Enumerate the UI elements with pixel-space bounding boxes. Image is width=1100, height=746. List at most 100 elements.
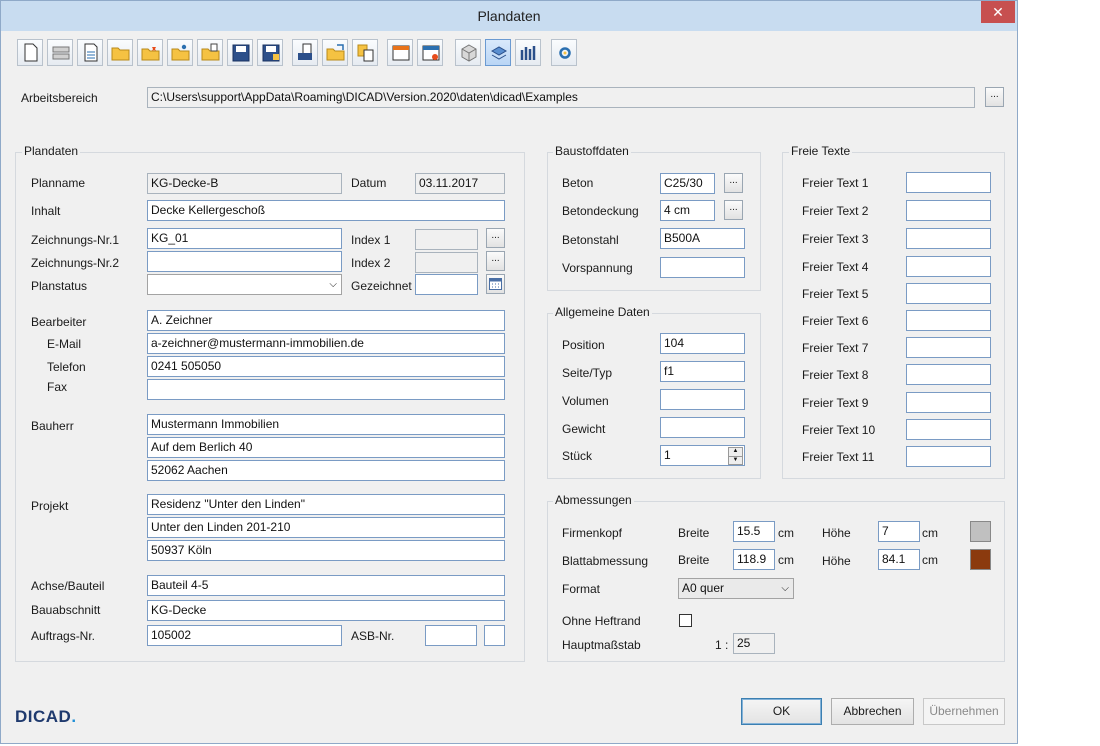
projekt-field-2[interactable]: Unter den Linden 201-210: [147, 517, 505, 538]
freier-text-1-field[interactable]: [906, 172, 991, 193]
index2-field[interactable]: [415, 252, 478, 273]
toolbar-button-open-folder-star[interactable]: [137, 39, 163, 66]
freier-text-7-field[interactable]: [906, 337, 991, 358]
toolbar-button-save-as[interactable]: [257, 39, 283, 66]
plandaten-group-title: Plandaten: [22, 144, 81, 158]
betondeckung-field[interactable]: 4 cm: [660, 200, 715, 221]
index2-browse-button[interactable]: ...: [486, 251, 505, 271]
toolbar-button-print-doc[interactable]: [292, 39, 318, 66]
workspace-path-field[interactable]: C:\Users\support\AppData\Roaming\DICAD\V…: [147, 87, 975, 108]
toolbar-button-export-folder[interactable]: [322, 39, 348, 66]
zeichnungs-nr1-field[interactable]: KG_01: [147, 228, 342, 249]
bauabschnitt-field[interactable]: KG-Decke: [147, 600, 505, 621]
toolbar-button-new-file[interactable]: [17, 39, 43, 66]
zeichnungs-nr2-label: Zeichnungs-Nr.2: [31, 256, 120, 270]
vorspannung-field[interactable]: [660, 257, 745, 278]
index1-browse-button[interactable]: ...: [486, 228, 505, 248]
freier-text-9-field[interactable]: [906, 392, 991, 413]
position-field[interactable]: 104: [660, 333, 745, 354]
hauptmassstab-label: Hauptmaßstab: [562, 638, 641, 652]
toolbar-button-save[interactable]: [227, 39, 253, 66]
planname-field[interactable]: KG-Decke-B: [147, 173, 342, 194]
calendar-button[interactable]: [486, 274, 505, 294]
logo-dot: .: [71, 707, 77, 726]
columns-icon: [520, 46, 536, 60]
blatt-hoehe-field[interactable]: 84.1: [878, 549, 920, 570]
bearbeiter-field[interactable]: A. Zeichner: [147, 310, 505, 331]
freier-text-6-field[interactable]: [906, 310, 991, 331]
blatt-breite-field[interactable]: 118.9: [733, 549, 775, 570]
freier-text-4-label: Freier Text 4: [802, 260, 869, 274]
betonstahl-field[interactable]: B500A: [660, 228, 745, 249]
asb-nr-suffix-field[interactable]: [484, 625, 505, 646]
index2-label: Index 2: [351, 256, 391, 270]
allgemeine-daten-group-title: Allgemeine Daten: [553, 305, 652, 319]
toolbar-button-layer[interactable]: [47, 39, 73, 66]
seite-typ-field[interactable]: f1: [660, 361, 745, 382]
beton-field[interactable]: C25/30: [660, 173, 715, 194]
projekt-field-1[interactable]: Residenz "Unter den Linden": [147, 494, 505, 515]
asb-nr-field[interactable]: [425, 625, 477, 646]
format-dropdown[interactable]: A0 quer ⌵: [678, 578, 794, 599]
ohne-heftrand-checkbox[interactable]: [679, 614, 692, 627]
firmenkopf-color-swatch[interactable]: [970, 521, 991, 542]
zeichnungs-nr2-field[interactable]: [147, 251, 342, 272]
toolbar-button-gear[interactable]: [551, 39, 577, 66]
toolbar-button-open-folder[interactable]: [107, 39, 133, 66]
abbrechen-button[interactable]: Abbrechen: [831, 698, 914, 725]
toolbar-button-columns[interactable]: [515, 39, 541, 66]
gear-icon: [559, 47, 571, 59]
freier-text-8-field[interactable]: [906, 364, 991, 385]
toolbar-button-document-grid[interactable]: [77, 39, 103, 66]
toolbar-button-open-folder-doc[interactable]: [197, 39, 223, 66]
freier-text-2-field[interactable]: [906, 200, 991, 221]
freier-text-1-label: Freier Text 1: [802, 176, 869, 190]
projekt-field-3[interactable]: 50937 Köln: [147, 540, 505, 561]
freier-text-3-field[interactable]: [906, 228, 991, 249]
datum-field[interactable]: 03.11.2017: [415, 173, 505, 194]
firmenkopf-breite-field[interactable]: 15.5: [733, 521, 775, 542]
firmenkopf-hoehe-label: Höhe: [822, 526, 851, 540]
spin-down-icon[interactable]: ▼: [728, 456, 743, 465]
workspace-browse-button[interactable]: ...: [985, 87, 1004, 107]
seite-typ-label: Seite/Typ: [562, 366, 613, 380]
toolbar-button-window-orange[interactable]: [387, 39, 413, 66]
bauherr-field-3[interactable]: 52062 Aachen: [147, 460, 505, 481]
gezeichnet-field[interactable]: [415, 274, 478, 295]
bauherr-field-1[interactable]: Mustermann Immobilien: [147, 414, 505, 435]
freier-text-4-field[interactable]: [906, 256, 991, 277]
betondeckung-browse-button[interactable]: ...: [724, 200, 743, 220]
freier-text-6-label: Freier Text 6: [802, 314, 869, 328]
email-field[interactable]: a-zeichner@mustermann-immobilien.de: [147, 333, 505, 354]
stueck-stepper[interactable]: 1 ▲ ▼: [660, 445, 745, 466]
gewicht-field[interactable]: [660, 417, 745, 438]
toolbar-button-window-settings[interactable]: [417, 39, 443, 66]
achse-bauteil-field[interactable]: Bauteil 4-5: [147, 575, 505, 596]
freier-text-9-label: Freier Text 9: [802, 396, 869, 410]
toolbar-button-open-folder-person[interactable]: [167, 39, 193, 66]
close-button[interactable]: ✕: [981, 1, 1015, 23]
bauherr-field-2[interactable]: Auf dem Berlich 40: [147, 437, 505, 458]
bearbeiter-label: Bearbeiter: [31, 315, 87, 329]
hauptmassstab-field[interactable]: 25: [733, 633, 775, 654]
freier-text-11-field[interactable]: [906, 446, 991, 467]
fax-field[interactable]: [147, 379, 505, 400]
toolbar-button-cube[interactable]: [455, 39, 481, 66]
telefon-field[interactable]: 0241 505050: [147, 356, 505, 377]
blatt-color-swatch[interactable]: [970, 549, 991, 570]
planstatus-dropdown[interactable]: ⌵: [147, 274, 342, 295]
uebernehmen-button[interactable]: Übernehmen: [923, 698, 1005, 725]
firmenkopf-hoehe-field[interactable]: 7: [878, 521, 920, 542]
beton-browse-button[interactable]: ...: [724, 173, 743, 193]
datum-label: Datum: [351, 176, 387, 190]
toolbar-button-copy-docs[interactable]: [352, 39, 378, 66]
freier-text-10-field[interactable]: [906, 419, 991, 440]
volumen-field[interactable]: [660, 389, 745, 410]
ok-button[interactable]: OK: [741, 698, 822, 725]
projekt-label: Projekt: [31, 499, 69, 513]
index1-field[interactable]: [415, 229, 478, 250]
inhalt-field[interactable]: Decke Kellergeschoß: [147, 200, 505, 221]
auftrags-nr-field[interactable]: 105002: [147, 625, 342, 646]
freier-text-5-field[interactable]: [906, 283, 991, 304]
toolbar-button-sheet-3d[interactable]: [485, 39, 511, 66]
